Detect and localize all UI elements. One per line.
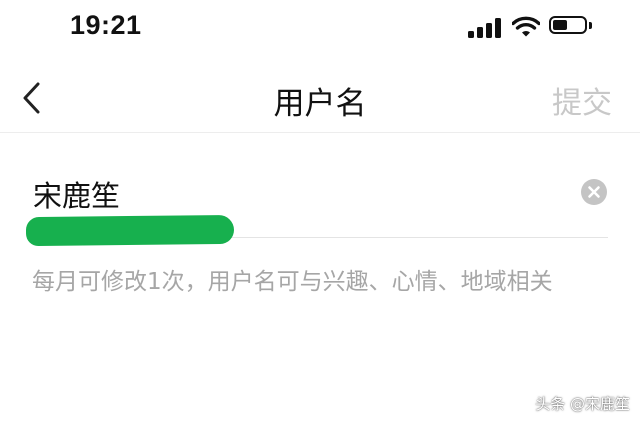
page-title: 用户名 (273, 86, 367, 122)
navigation-bar: 用户名 提交 (0, 66, 640, 133)
watermark: 头条 @宋鹿笙 (535, 395, 630, 413)
status-bar: 19:21 (0, 0, 640, 56)
redaction-marker (25, 214, 235, 247)
username-hint-text: 每月可修改1次，用户名可与兴趣、心情、地域相关 (32, 269, 553, 295)
clear-circle-icon[interactable] (580, 178, 608, 206)
battery-level (553, 20, 567, 30)
submit-button[interactable]: 提交 (552, 78, 612, 122)
wifi-icon (512, 16, 540, 37)
username-input[interactable]: 宋鹿笙 (33, 173, 120, 215)
cellular-signal-icon (468, 18, 502, 38)
status-time: 19:21 (70, 10, 142, 40)
battery-icon (549, 16, 597, 38)
